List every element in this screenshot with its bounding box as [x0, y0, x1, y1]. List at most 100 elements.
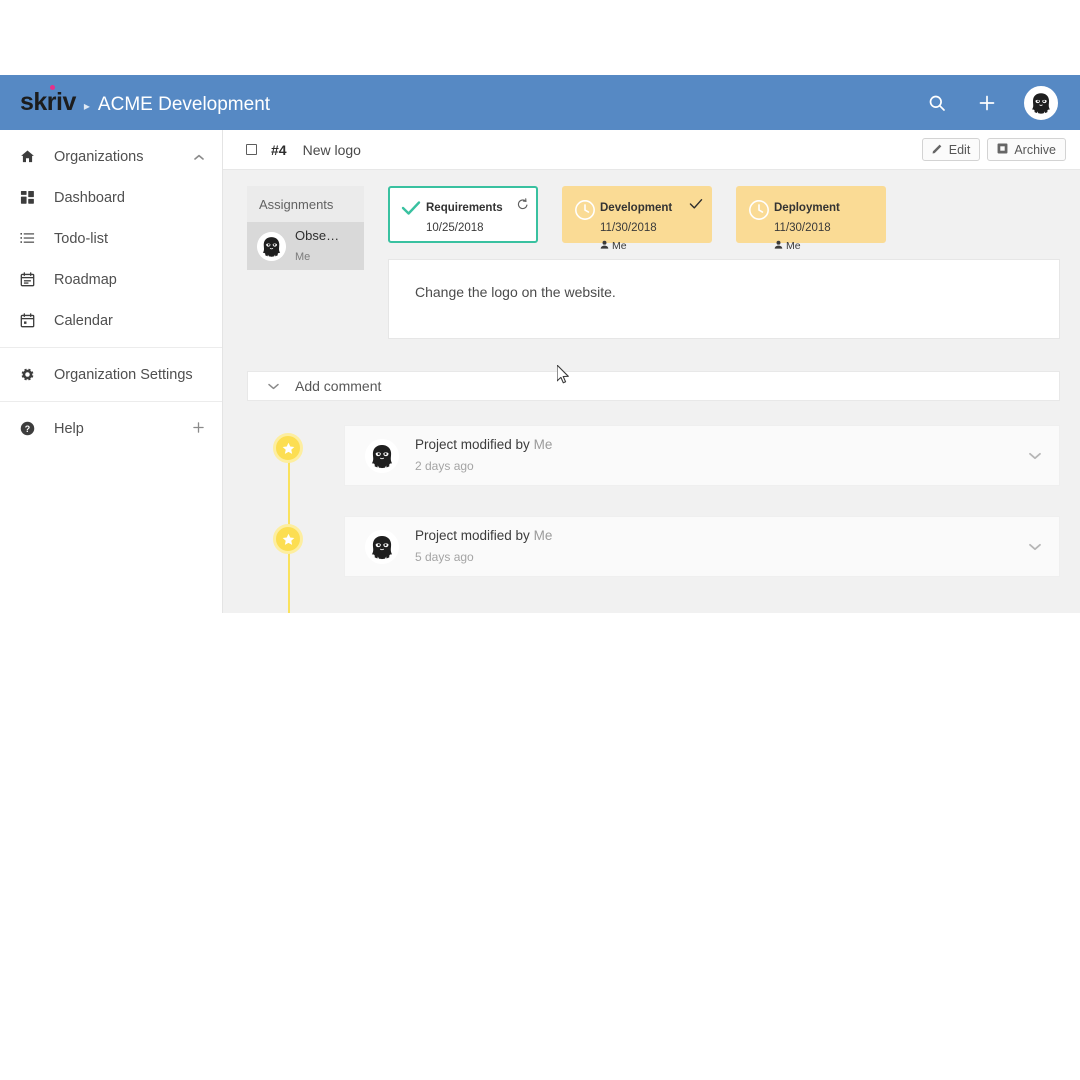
clock-icon [746, 197, 772, 221]
user-avatar[interactable] [1024, 85, 1058, 120]
calendar-icon [20, 313, 42, 328]
assignee-info: Obse… Me [295, 226, 339, 266]
status-card-assignee: Me [600, 240, 672, 253]
sidebar-group-main: Organizations Dashboard Todo-list Roadma… [0, 130, 222, 348]
clock-icon [572, 197, 598, 221]
status-card-requirements[interactable]: Requirements 10/25/2018 [388, 186, 538, 243]
archive-button-label: Archive [1014, 142, 1056, 157]
question-circle-icon: ? [20, 421, 42, 436]
plus-icon[interactable] [193, 422, 204, 435]
activity-time: 5 days ago [415, 549, 474, 564]
sidebar-label: Todo-list [54, 230, 108, 247]
star-icon [273, 524, 303, 554]
task-body: Assignments Obse… Me Requirements 10/25/… [223, 170, 1080, 613]
sidebar-item-dashboard[interactable]: Dashboard [0, 177, 222, 218]
status-card-text: Development 11/30/2018 Me [600, 197, 672, 253]
task-right-column: Requirements 10/25/2018 Development 11/3… [388, 186, 1060, 339]
pencil-icon [932, 143, 943, 157]
skriv-logo-text: skriv [20, 87, 76, 116]
sidebar-label: Help [54, 420, 84, 437]
breadcrumb-separator: ▸ [83, 98, 90, 113]
edit-button-label: Edit [948, 142, 971, 157]
sidebar-label: Dashboard [54, 189, 125, 206]
brand[interactable]: skriv ▸ ACME Development [0, 84, 271, 116]
activity-action: Project modified by Me [415, 437, 552, 452]
task-top-row: Assignments Obse… Me Requirements 10/25/… [247, 186, 1060, 339]
status-card-date: 10/25/2018 [426, 222, 484, 235]
assignee-role: Me [295, 251, 311, 263]
status-card-assignee: Me [774, 240, 840, 253]
status-card-development[interactable]: Development 11/30/2018 Me [562, 186, 712, 252]
status-card-assignee-name: Me [612, 239, 627, 252]
status-card-title: Requirements [426, 202, 503, 214]
revert-icon[interactable] [517, 197, 529, 215]
add-comment-bar[interactable]: Add comment [247, 371, 1060, 401]
sidebar-label: Organizations [54, 148, 144, 165]
activity-action-text: Project modified by [415, 436, 530, 452]
check-icon[interactable] [689, 197, 703, 215]
sidebar-group-help: ? Help [0, 402, 222, 455]
task-checkbox[interactable] [246, 144, 257, 155]
status-card-date: 11/30/2018 [600, 222, 657, 235]
chevron-down-icon[interactable] [1029, 447, 1041, 465]
status-card-assignee-name: Me [786, 239, 801, 252]
gear-icon [20, 367, 42, 382]
archive-icon [997, 143, 1008, 157]
sidebar-item-organization-settings[interactable]: Organization Settings [0, 354, 222, 395]
sidebar-item-calendar[interactable]: Calendar [0, 300, 222, 341]
chevron-down-icon [268, 377, 279, 395]
sidebar-label: Calendar [54, 312, 113, 329]
edit-button[interactable]: Edit [921, 138, 981, 161]
activity-card[interactable]: Project modified by Me 2 days ago [344, 425, 1060, 486]
list-icon [20, 231, 42, 246]
sidebar: Organizations Dashboard Todo-list Roadma… [0, 130, 223, 613]
activity-item: Project modified by Me 2 days ago [247, 425, 1060, 486]
skriv-logo[interactable]: skriv [20, 84, 76, 116]
search-icon[interactable] [924, 90, 950, 116]
task-header-bar: #4 New logo Edit Archive [223, 130, 1080, 170]
activity-item: Project modified by Me 5 days ago [247, 516, 1060, 577]
status-card-title: Deployment [774, 202, 840, 214]
sidebar-item-roadmap[interactable]: Roadmap [0, 259, 222, 300]
chevron-up-icon[interactable] [194, 150, 204, 163]
sidebar-item-help[interactable]: ? Help [0, 408, 222, 449]
sidebar-group-settings: Organization Settings [0, 348, 222, 402]
activity-card[interactable]: Project modified by Me 5 days ago [344, 516, 1060, 577]
person-icon [774, 240, 783, 253]
chevron-down-icon[interactable] [1029, 538, 1041, 556]
assignee-avatar [257, 231, 286, 261]
screenshot-root: skriv ▸ ACME Development Organizations D… [0, 0, 1080, 1080]
browser-viewport: skriv ▸ ACME Development Organizations D… [0, 75, 1080, 613]
task-title: New logo [302, 141, 361, 158]
person-icon [600, 240, 609, 253]
sidebar-item-organizations[interactable]: Organizations [0, 136, 222, 177]
activity-feed: Project modified by Me 2 days ago Projec… [247, 425, 1060, 613]
task-number: #4 [271, 141, 287, 158]
activity-time: 2 days ago [415, 458, 474, 473]
app-header: skriv ▸ ACME Development [0, 75, 1080, 130]
assignments-panel: Assignments Obse… Me [247, 186, 364, 270]
activity-meta: Project modified by Me 2 days ago [415, 435, 552, 477]
plus-icon[interactable] [974, 90, 1000, 116]
svg-text:?: ? [25, 424, 30, 434]
status-card-text: Deployment 11/30/2018 Me [774, 197, 840, 253]
activity-action-text: Project modified by [415, 527, 530, 543]
activity-actor: Me [533, 527, 553, 543]
assignments-title: Assignments [247, 186, 364, 222]
status-cards: Requirements 10/25/2018 Development 11/3… [388, 186, 1060, 252]
sidebar-label: Organization Settings [54, 366, 193, 383]
home-icon [20, 149, 42, 164]
header-actions [924, 85, 1080, 120]
activity-avatar [365, 529, 399, 564]
activity-meta: Project modified by Me 5 days ago [415, 526, 552, 568]
archive-button[interactable]: Archive [987, 138, 1066, 161]
task-description[interactable]: Change the logo on the website. [388, 259, 1060, 339]
add-comment-label: Add comment [295, 378, 382, 394]
project-title: ACME Development [97, 93, 271, 115]
activity-actor: Me [533, 436, 553, 452]
sidebar-item-todo-list[interactable]: Todo-list [0, 218, 222, 259]
activity-action: Project modified by Me [415, 528, 552, 543]
task-description-text: Change the logo on the website. [415, 284, 616, 300]
assignment-row[interactable]: Obse… Me [247, 222, 364, 270]
status-card-deployment[interactable]: Deployment 11/30/2018 Me [736, 186, 886, 252]
